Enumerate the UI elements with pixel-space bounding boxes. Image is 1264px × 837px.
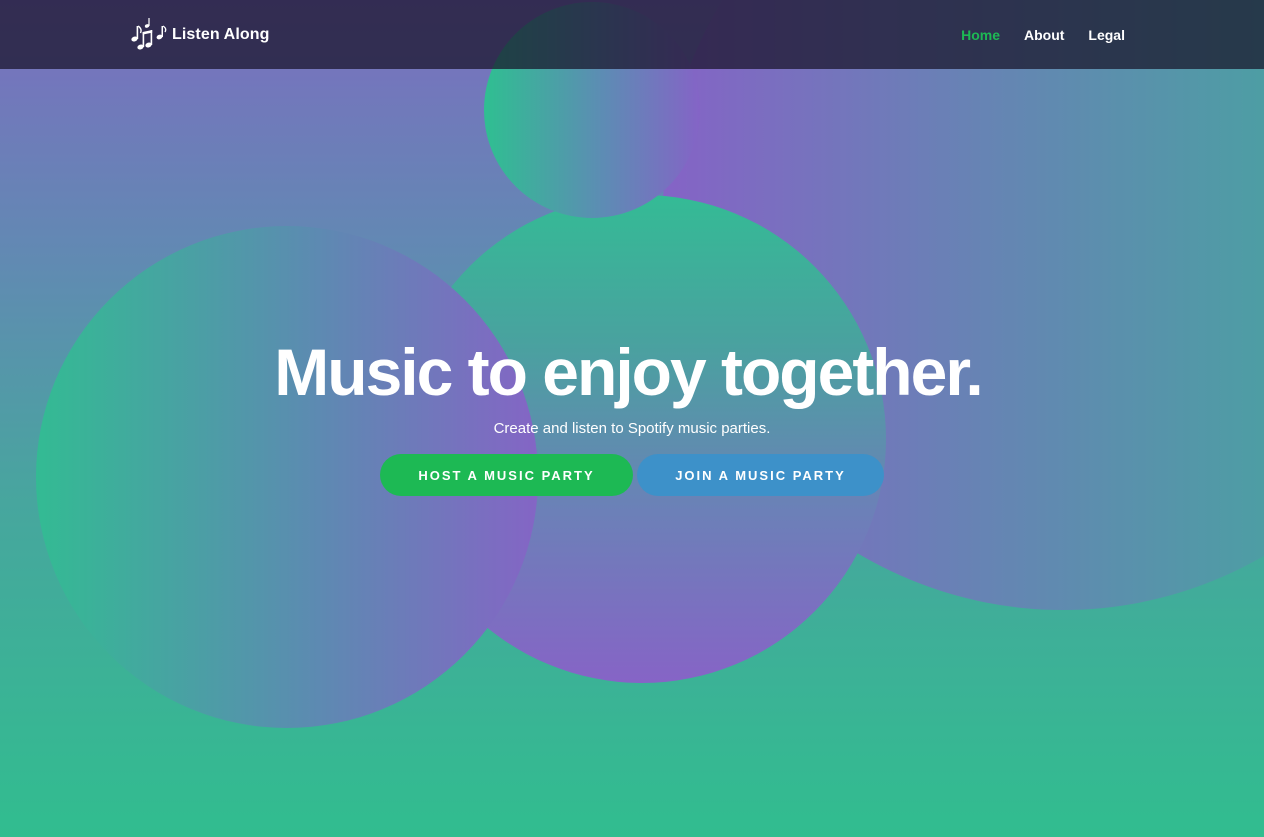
brand-name: Listen Along bbox=[172, 26, 270, 43]
nav-link-about[interactable]: About bbox=[1024, 27, 1064, 43]
nav-link-legal[interactable]: Legal bbox=[1088, 27, 1125, 43]
hero-title: Music to enjoy together. bbox=[274, 335, 983, 409]
hero-section: Music to enjoy together. Create and list… bbox=[0, 330, 1264, 496]
brand-logo-link[interactable]: Listen Along bbox=[130, 18, 270, 52]
nav-link-home[interactable]: Home bbox=[961, 27, 1000, 43]
hero-subtitle: Create and listen to Spotify music parti… bbox=[493, 420, 771, 437]
join-music-party-button[interactable]: JOIN A MUSIC PARTY bbox=[637, 454, 884, 496]
top-navbar: Listen Along Home About Legal bbox=[0, 0, 1264, 69]
music-notes-icon bbox=[130, 18, 168, 52]
nav-links: Home About Legal bbox=[961, 0, 1125, 69]
cta-buttons: HOST A MUSIC PARTY JOIN A MUSIC PARTY bbox=[0, 454, 1264, 496]
host-music-party-button[interactable]: HOST A MUSIC PARTY bbox=[380, 454, 633, 496]
